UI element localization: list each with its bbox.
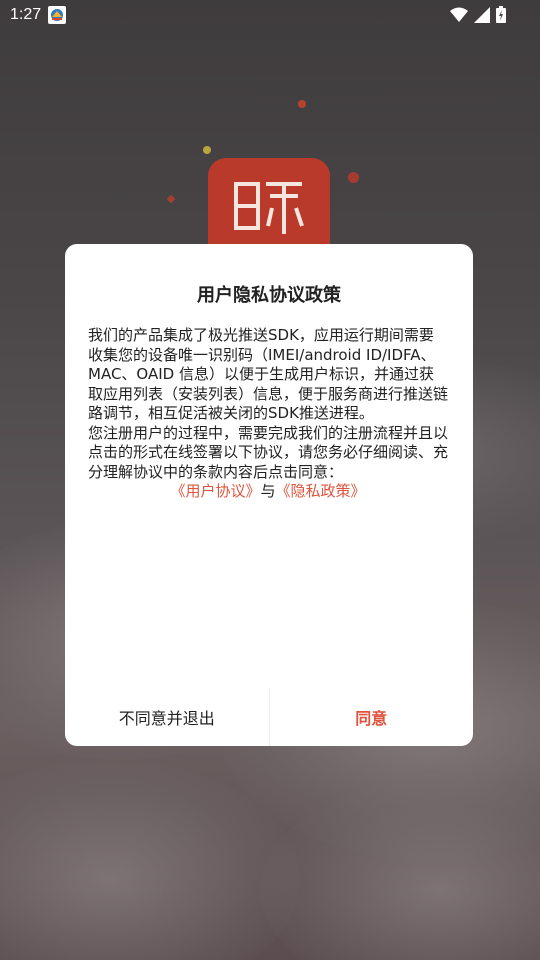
decorative-dot: [203, 146, 211, 154]
privacy-policy-link[interactable]: 《隐私政策》: [276, 482, 366, 500]
user-agreement-link[interactable]: 《用户协议》: [170, 482, 260, 500]
dialog-paragraph: 您注册用户的过程中，需要完成我们的注册流程并且以点击的形式在线签署以下协议，请您…: [88, 423, 449, 481]
status-bar: 1:27: [0, 0, 540, 30]
agree-button[interactable]: 同意: [270, 688, 474, 746]
dialog-title: 用户隐私协议政策: [197, 285, 341, 306]
battery-icon: [496, 6, 506, 27]
decorative-dot: [348, 172, 359, 183]
status-icons: [450, 6, 506, 27]
link-separator: 与: [260, 482, 276, 500]
wifi-icon: [450, 7, 468, 27]
logo-glyph-icon: [234, 182, 304, 234]
disagree-exit-button[interactable]: 不同意并退出: [65, 688, 269, 746]
splash-screen: 1:27 用户隐私协议政策 我们的产品集成了极光推送SDK，应用运行期间需要收集…: [0, 0, 540, 960]
privacy-policy-dialog: 用户隐私协议政策 我们的产品集成了极光推送SDK，应用运行期间需要收集您的设备唯…: [65, 244, 473, 746]
dialog-body: 我们的产品集成了极光推送SDK，应用运行期间需要收集您的设备唯一识别码（IMEI…: [88, 326, 448, 502]
signal-icon: [474, 6, 490, 27]
agreement-links: 《用户协议》与《隐私政策》: [88, 482, 448, 502]
dialog-buttons: 不同意并退出 同意: [65, 688, 473, 746]
dialog-paragraph: 我们的产品集成了极光推送SDK，应用运行期间需要收集您的设备唯一识别码（IMEI…: [88, 326, 449, 422]
decorative-dot: [298, 100, 306, 108]
decorative-dot: [166, 194, 176, 204]
app-notification-icon: [48, 6, 66, 24]
status-time: 1:27: [10, 6, 42, 23]
